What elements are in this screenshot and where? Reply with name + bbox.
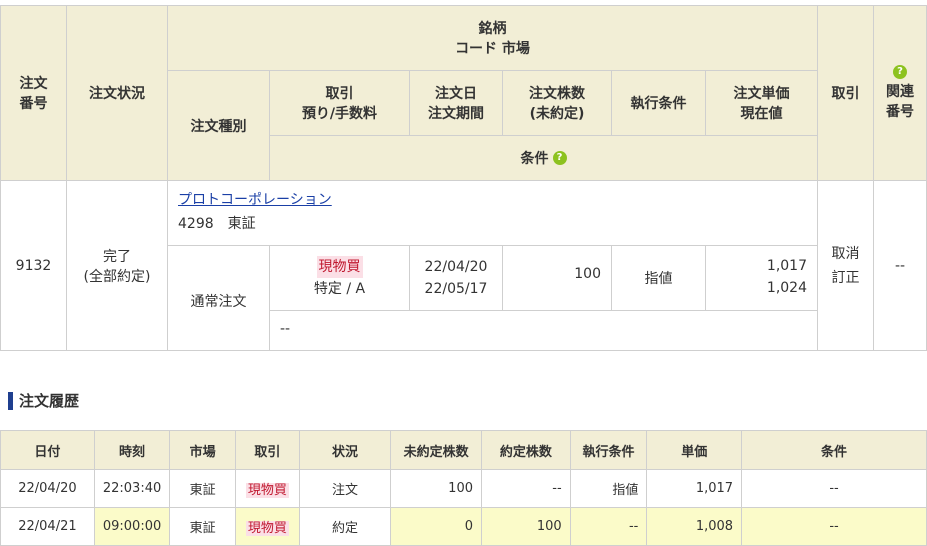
account-type: 特定 / A: [313, 281, 366, 297]
cancel-modify-cell: 取消 訂正: [817, 180, 874, 351]
history-market: 東証: [169, 507, 236, 546]
history-date: 22/04/20: [0, 469, 95, 508]
column-header: 状況: [298, 430, 392, 470]
column-header: 単価: [646, 430, 743, 470]
header-trade: 取引 預り/手数料: [269, 70, 410, 136]
column-header: 日付: [0, 430, 95, 470]
header-cancel: 取引: [817, 5, 874, 181]
header-order-date: 注文日 注文期間: [409, 70, 503, 136]
order-date-cell: 22/04/20 22/05/17: [409, 245, 503, 311]
header-condition-label: 条件: [520, 151, 549, 167]
header-order-type: 注文種別: [167, 70, 270, 181]
order-period: 22/05/17: [424, 281, 488, 297]
brand-code: 4298 東証: [178, 216, 256, 232]
header-price: 注文単価 現在値: [705, 70, 818, 136]
header-exec-cond: 執行条件: [611, 70, 706, 136]
help-icon[interactable]: ?: [552, 151, 567, 165]
history-price: 1,017: [646, 469, 743, 508]
column-header: 未約定株数: [390, 430, 482, 470]
history-trade: 現物買: [235, 507, 300, 546]
brand-cell: プロトコーポレーション 4298 東証: [167, 180, 818, 246]
history-price: 1,008: [646, 507, 743, 546]
history-unfilled: 100: [390, 469, 482, 508]
header-qty: 注文株数 (未約定): [502, 70, 612, 136]
history-time: 09:00:00: [93, 507, 171, 546]
header-related: ? 関連 番号: [873, 5, 927, 181]
exec-condition: 指値: [611, 245, 706, 311]
history-filled: 100: [481, 507, 571, 546]
history-header-row: 日付 時刻 市場 取引 状況 未約定株数 約定株数 執行条件 単価 条件: [0, 430, 927, 470]
header-status: 注文状況: [66, 5, 168, 181]
section-heading: 注文履歴: [8, 390, 79, 412]
current-price: 1,024: [766, 280, 807, 296]
order-date: 22/04/20: [424, 259, 488, 275]
trade-type-badge: 現物買: [245, 483, 289, 498]
order-type: 通常注文: [167, 245, 270, 351]
history-trade: 現物買: [235, 469, 300, 508]
history-table: 日付 時刻 市場 取引 状況 未約定株数 約定株数 執行条件 単価 条件 22/…: [0, 430, 927, 546]
column-header: 執行条件: [569, 430, 648, 470]
column-header: 約定株数: [481, 430, 571, 470]
price-cell: 1,017 1,024: [705, 245, 818, 311]
history-market: 東証: [169, 469, 236, 508]
status-text: 完了: [103, 248, 131, 265]
column-header: 取引: [235, 430, 300, 470]
status-detail: (全部約定): [83, 268, 151, 285]
table-row: 22/04/21 09:00:00 東証 現物買 約定 0 100 -- 1,0…: [0, 507, 927, 546]
history-condition: --: [741, 507, 927, 546]
history-exec-cond: --: [569, 507, 648, 546]
column-header: 市場: [169, 430, 236, 470]
unit-price: 1,017: [766, 258, 807, 274]
help-icon[interactable]: ?: [893, 65, 907, 79]
header-brand: 銘柄 コード 市場: [167, 5, 818, 71]
column-header: 条件: [741, 430, 927, 470]
order-qty: 100: [502, 245, 612, 311]
trade-cell: 現物買 特定 / A: [269, 245, 410, 311]
condition-value: --: [269, 310, 818, 351]
header-related-label: 関連 番号: [886, 84, 914, 120]
header-condition: 条件 ?: [269, 135, 818, 181]
brand-name-link[interactable]: プロトコーポレーション: [178, 192, 332, 208]
section-marker: [8, 392, 13, 410]
related-number: --: [873, 180, 927, 351]
order-status: 完了 (全部約定): [66, 180, 168, 351]
history-unfilled: 0: [390, 507, 482, 546]
column-header: 時刻: [93, 430, 171, 470]
section-title: 注文履歴: [19, 392, 80, 410]
trade-type-badge: 現物買: [316, 256, 363, 278]
cancel-button[interactable]: 取消: [832, 242, 860, 266]
modify-button[interactable]: 訂正: [832, 266, 860, 290]
history-exec-cond: 指値: [569, 469, 648, 508]
history-condition: --: [741, 469, 927, 508]
history-time: 22:03:40: [93, 469, 171, 508]
history-filled: --: [481, 469, 571, 508]
history-status: 注文: [298, 469, 392, 508]
table-row: 22/04/20 22:03:40 東証 現物買 注文 100 -- 指値 1,…: [0, 469, 927, 508]
history-status: 約定: [298, 507, 392, 546]
header-order-no: 注文 番号: [0, 5, 67, 181]
history-date: 22/04/21: [0, 507, 95, 546]
trade-type-badge: 現物買: [245, 521, 289, 536]
order-number: 9132: [0, 180, 67, 351]
